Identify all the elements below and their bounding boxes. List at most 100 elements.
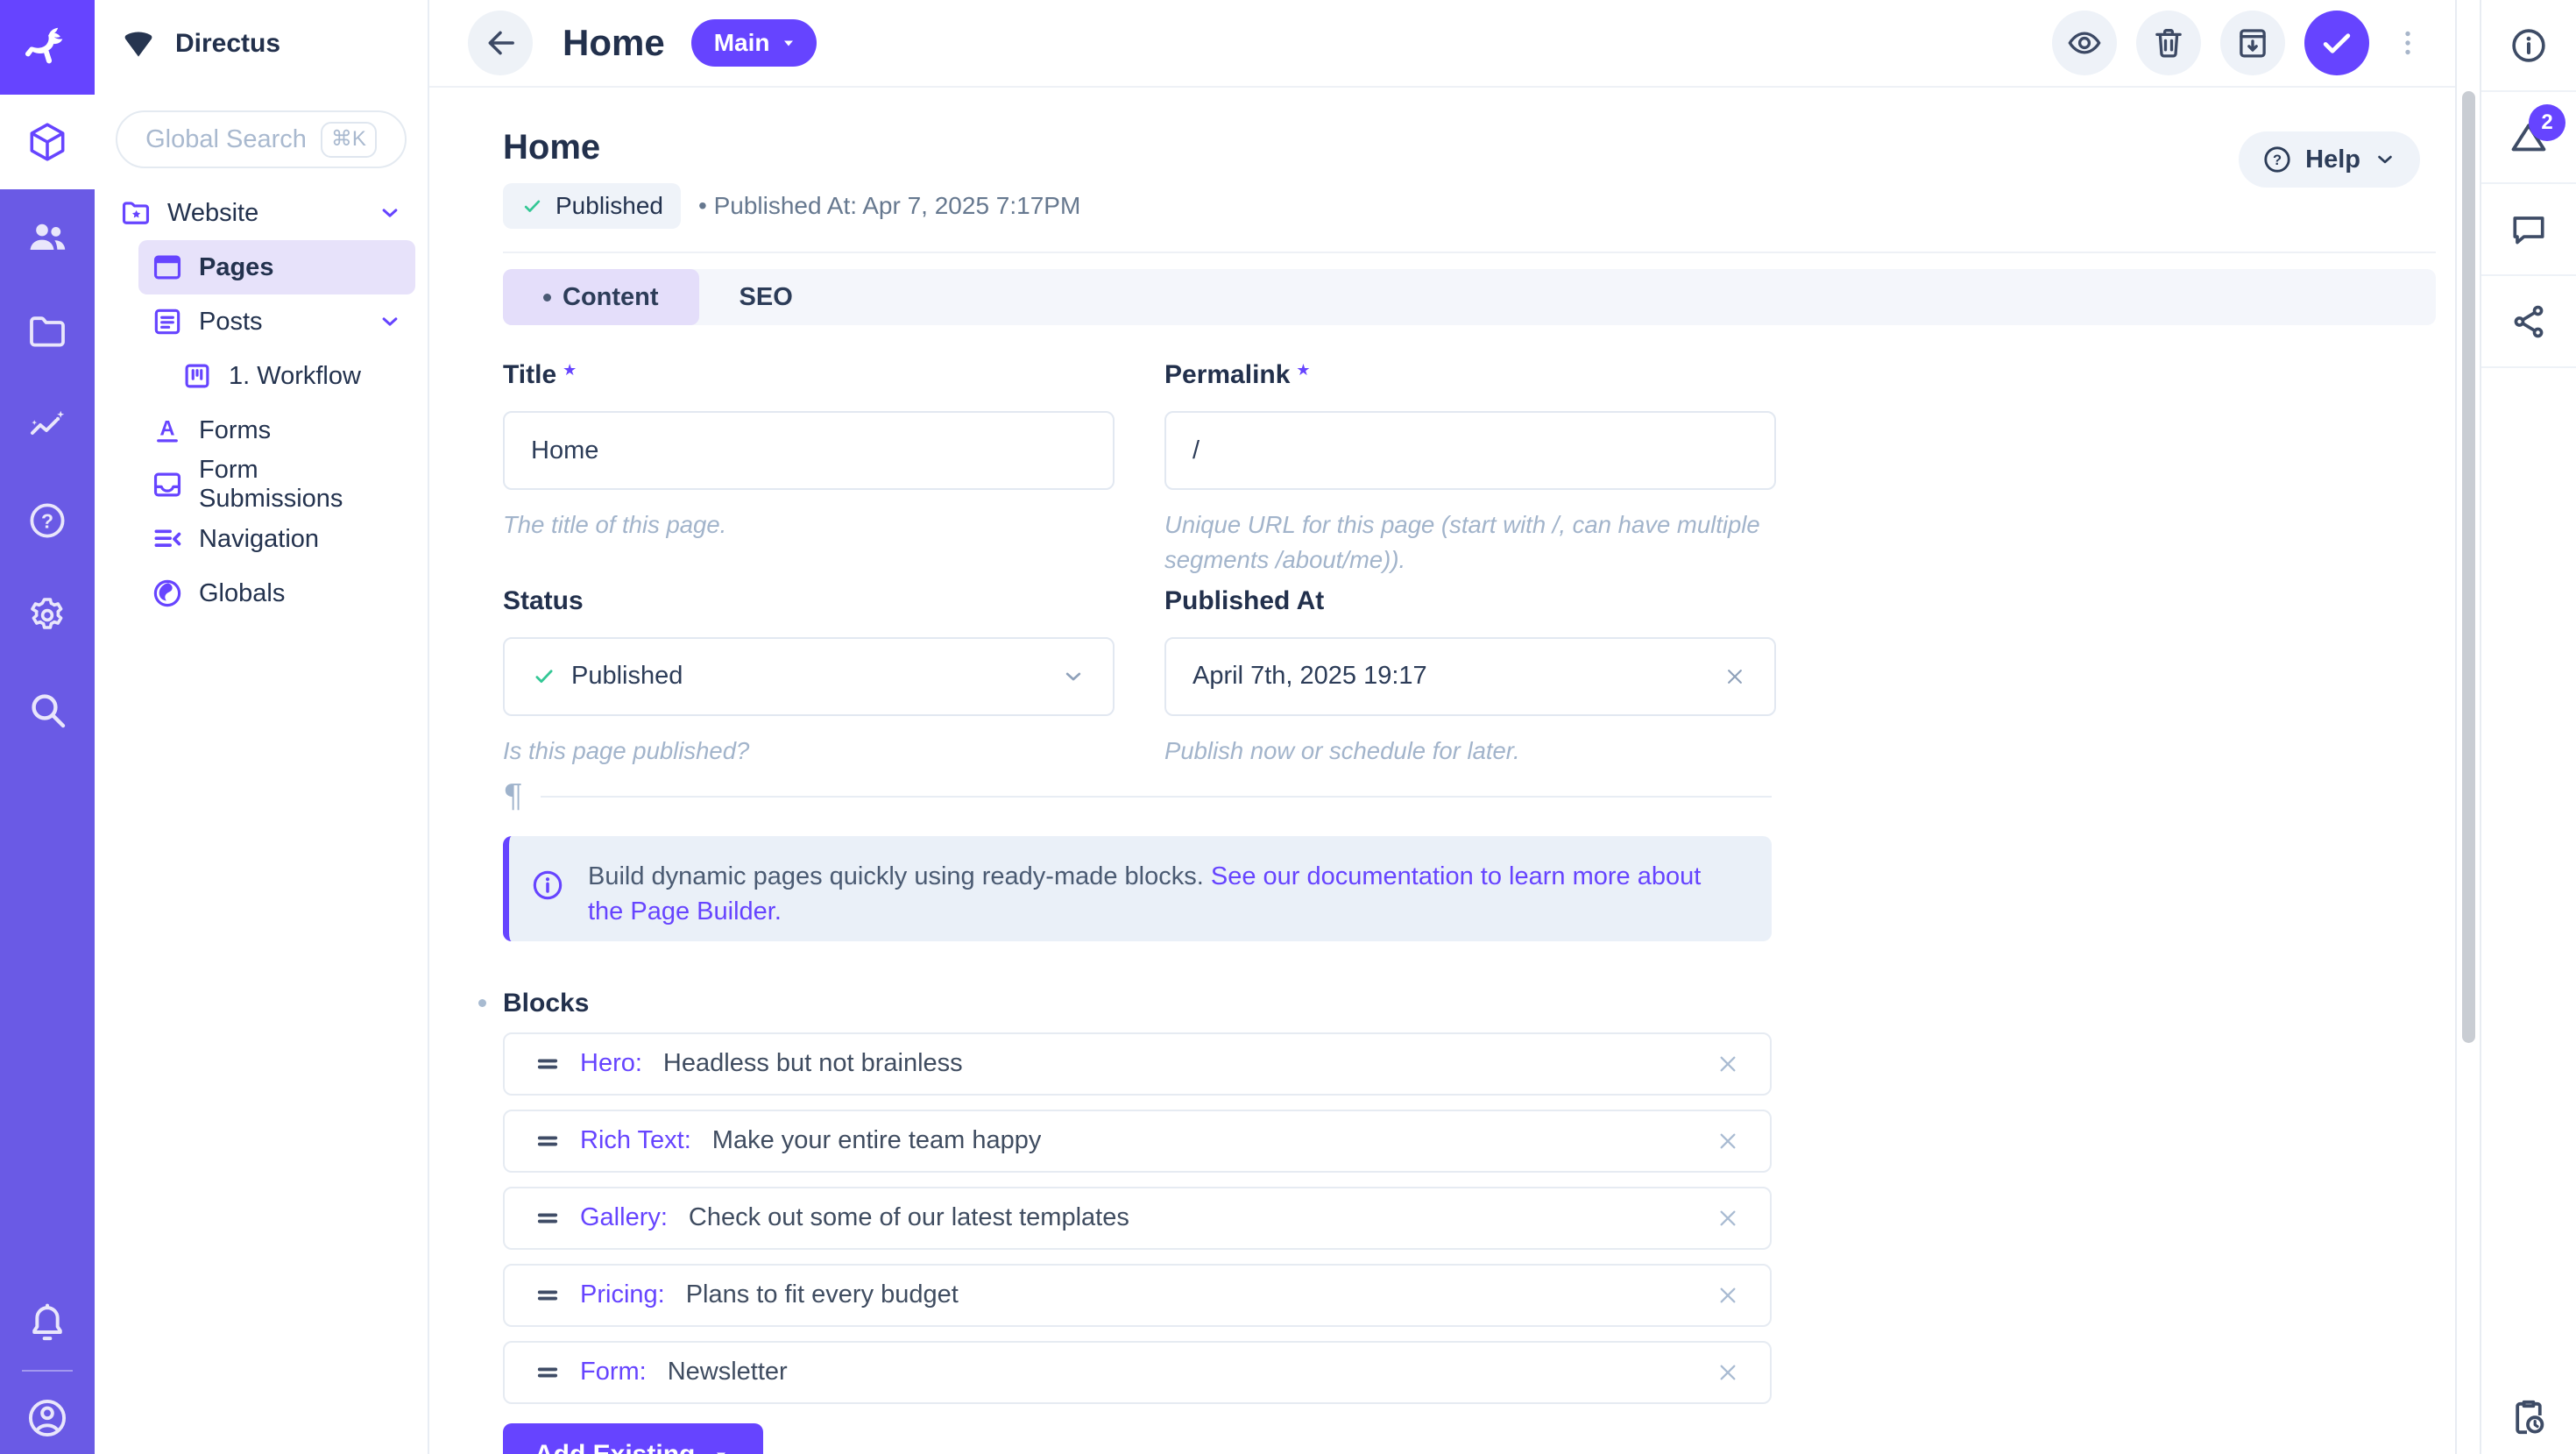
sidebar-item-website[interactable]: Website [107,186,415,240]
page-body: Home Published • Published At: Apr 7, 20… [429,88,2455,1454]
comments-panel-button[interactable] [2481,184,2576,276]
chevron-down-icon[interactable] [377,200,403,226]
version-menu[interactable]: Main [691,19,817,67]
sidebar-item-navigation[interactable]: Navigation [138,512,415,566]
permalink-input[interactable]: / [1164,411,1776,490]
block-row-gallery[interactable]: Gallery: Check out some of our latest te… [503,1187,1772,1250]
block-row-rich-text[interactable]: Rich Text: Make your entire team happy [503,1110,1772,1173]
title-input[interactable]: Home [503,411,1115,490]
module-settings[interactable] [0,568,95,663]
page-title: Home [503,128,2436,167]
revisions-panel-button[interactable]: 2 [2481,92,2576,184]
trash-icon [2150,25,2187,61]
add-existing-button[interactable]: Add Existing [503,1423,763,1454]
module-files[interactable] [0,284,95,379]
sidebar-item-label: Pages [199,253,273,282]
notifications-button[interactable] [0,1293,95,1354]
delete-button[interactable] [2136,11,2201,75]
permalink-value: / [1192,436,1200,465]
module-insights[interactable] [0,379,95,473]
collection-tree: Website Pages Posts 1. Workflow A Forms [95,186,428,621]
block-title: Make your entire team happy [712,1126,1042,1155]
drag-handle-icon[interactable] [533,1049,563,1079]
project-switcher[interactable]: Directus [95,0,428,88]
divider-line [541,796,1772,798]
sidebar-item-posts[interactable]: Posts [138,294,415,349]
chevron-down-icon[interactable] [377,309,403,335]
status-badge-label: Published [556,192,663,220]
global-search-input[interactable]: Global Search ⌘K [116,110,407,168]
clear-icon[interactable] [1722,663,1748,690]
block-row-hero[interactable]: Hero: Headless but not brainless [503,1032,1772,1096]
window-icon [151,251,184,284]
page-header-title: Home [563,22,665,64]
main-content: Home Main [429,0,2455,1454]
account-button[interactable] [0,1387,95,1449]
more-options-button[interactable] [2388,27,2427,59]
sidebar-item-workflow[interactable]: 1. Workflow [168,349,415,403]
preview-button[interactable] [2052,11,2117,75]
sidebar-item-globals[interactable]: Globals [138,566,415,621]
help-button[interactable]: ? Help [2239,131,2420,188]
module-search[interactable] [0,663,95,757]
blocks-label: Blocks [503,989,589,1018]
sidebar-item-form-submissions[interactable]: Form Submissions [138,457,415,512]
flows-button[interactable] [2481,1396,2576,1438]
module-content[interactable] [0,95,95,189]
letter-a-icon: A [151,414,184,447]
title-value: Home [531,436,598,465]
block-row-pricing[interactable]: Pricing: Plans to fit every budget [503,1264,1772,1327]
save-button[interactable] [2304,11,2369,75]
field-note: Is this page published? [503,734,1099,769]
header-actions [2052,11,2427,75]
published-at-value: April 7th, 2025 19:17 [1192,662,1427,691]
tab-seo[interactable]: SEO [699,269,833,325]
tab-bar: Content SEO [503,269,2436,325]
info-notice: Build dynamic pages quickly using ready-… [503,836,1772,941]
block-type: Rich Text: [580,1126,691,1155]
sidebar-item-label: Posts [199,308,263,337]
scrollbar-track[interactable] [2455,0,2480,1454]
sidebar-item-pages[interactable]: Pages [138,240,415,294]
field-note: The title of this page. [503,507,1099,543]
shares-panel-button[interactable] [2481,276,2576,368]
drag-handle-icon[interactable] [533,1126,563,1156]
sidebar-item-label: Website [167,199,258,228]
bell-icon [25,1302,69,1345]
project-diamond-icon [121,26,156,61]
module-help[interactable]: ? [0,473,95,568]
block-type: Form: [580,1358,647,1387]
published-at-input[interactable]: April 7th, 2025 19:17 [1164,637,1776,716]
remove-block-icon[interactable] [1714,1281,1742,1309]
remove-block-icon[interactable] [1714,1204,1742,1232]
drag-handle-icon[interactable] [533,1280,563,1310]
remove-block-icon[interactable] [1714,1358,1742,1387]
eye-icon [2066,25,2103,61]
directus-logo[interactable] [0,0,95,95]
tab-content[interactable]: Content [503,269,699,325]
archive-down-icon [2234,25,2271,61]
nav-sidebar: Directus Global Search ⌘K Website Pages … [95,0,429,1454]
archive-button[interactable] [2220,11,2285,75]
question-circle-icon: ? [2261,144,2293,175]
sidebar-item-label: 1. Workflow [229,362,361,391]
form-fields: Title ★ Home The title of this page. Per… [503,360,2436,769]
block-row-form[interactable]: Form: Newsletter [503,1341,1772,1404]
sidebar-item-forms[interactable]: A Forms [138,403,415,457]
article-icon [151,305,184,338]
status-badge: Published [503,183,681,229]
check-green-icon [531,663,557,690]
svg-text:?: ? [2273,152,2282,168]
remove-block-icon[interactable] [1714,1127,1742,1155]
drag-handle-icon[interactable] [533,1358,563,1387]
remove-block-icon[interactable] [1714,1050,1742,1078]
folder-star-icon [119,196,152,230]
scrollbar-thumb[interactable] [2462,91,2475,1043]
drag-handle-icon[interactable] [533,1203,563,1233]
status-row: Published • Published At: Apr 7, 2025 7:… [503,183,2436,229]
arrow-left-icon [483,25,518,60]
status-select[interactable]: Published [503,637,1115,716]
back-button[interactable] [468,11,533,75]
info-panel-button[interactable] [2481,0,2576,92]
module-users[interactable] [0,189,95,284]
